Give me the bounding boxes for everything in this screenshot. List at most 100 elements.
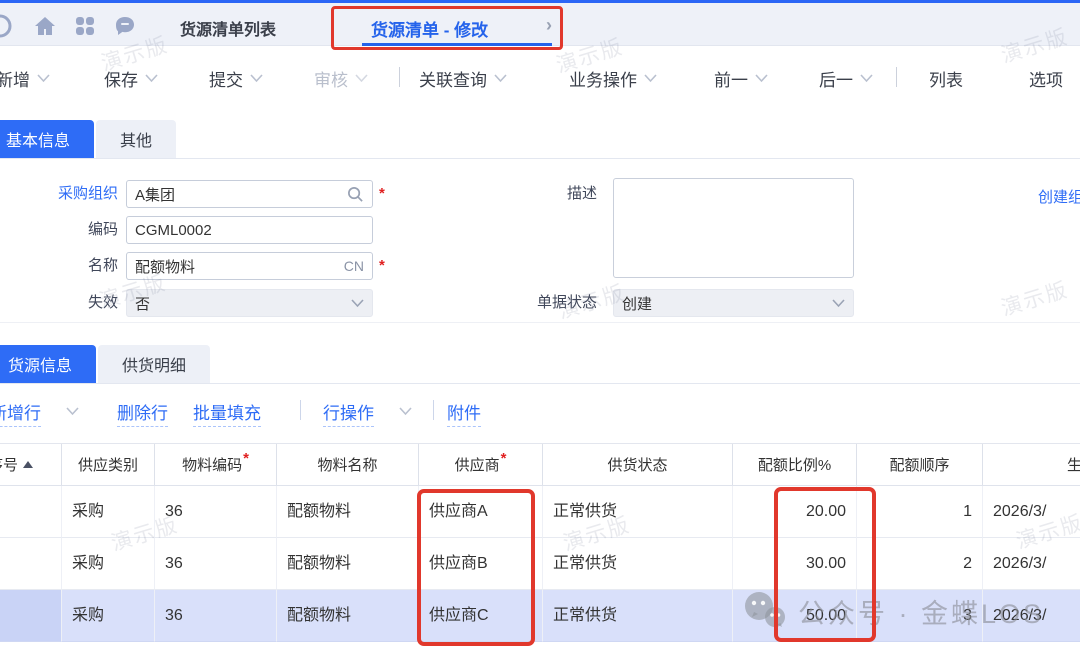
column-header-quota-pct[interactable]: 配额比例% — [733, 444, 857, 485]
code-field[interactable]: CGML0002 — [126, 216, 373, 244]
invalid-select[interactable]: 否 — [126, 289, 373, 317]
next-label: 后一 — [819, 66, 853, 91]
divider — [0, 322, 1080, 323]
tab-source-modify[interactable]: 货源清单 - 修改 — [371, 16, 488, 41]
column-label: 供应类别 — [78, 454, 138, 475]
actions-separator — [433, 400, 434, 420]
column-header-material-code[interactable]: 物料编码* — [155, 444, 277, 485]
actions-separator — [300, 400, 301, 420]
cell-quota-order: 3 — [857, 590, 983, 642]
related-query-button[interactable]: 关联查询 — [419, 66, 507, 91]
doc-status-select[interactable]: 创建 — [613, 289, 854, 317]
name-field[interactable]: 配额物料 CN — [126, 252, 373, 280]
name-locale-badge[interactable]: CN — [344, 258, 364, 274]
chevron-down-icon[interactable] — [66, 407, 79, 416]
cell-supplier: 供应商A — [419, 486, 543, 538]
business-ops-button[interactable]: 业务操作 — [569, 66, 657, 91]
chevron-down-icon — [355, 74, 368, 83]
chevron-down-icon — [37, 74, 50, 83]
cell-supplier: 供应商C — [419, 590, 543, 642]
save-button[interactable]: 保存 — [104, 66, 158, 91]
audit-label: 审核 — [314, 66, 348, 91]
column-label: 供应商 — [455, 454, 500, 475]
tab-scroll-chevron-icon[interactable]: › — [546, 15, 552, 36]
table-row-selected[interactable]: 采购 36 配额物料 供应商C 正常供货 50.00 3 2026/3/ — [0, 590, 1080, 642]
cell-seq — [0, 486, 62, 538]
code-label: 编码 — [0, 216, 118, 244]
new-button[interactable]: 新增 — [0, 66, 50, 91]
column-header-supply-status[interactable]: 供货状态 — [543, 444, 733, 485]
cell-quota-order: 1 — [857, 486, 983, 538]
apps-icon[interactable] — [73, 14, 97, 38]
list-button[interactable]: 列表 — [929, 66, 963, 91]
home-icon[interactable] — [33, 14, 57, 38]
name-value: 配额物料 — [135, 256, 344, 277]
cell-seq — [0, 590, 62, 642]
prev-button[interactable]: 前一 — [714, 66, 768, 91]
audit-button[interactable]: 审核 — [314, 66, 368, 91]
chevron-down-icon — [860, 74, 873, 83]
clipped-nav-icon[interactable] — [0, 14, 12, 38]
submit-label: 提交 — [209, 66, 243, 91]
tab-source-info[interactable]: 货源信息 — [0, 345, 96, 383]
active-tab-underline — [362, 43, 552, 46]
toolbar-separator — [399, 67, 400, 87]
cell-supply-type: 采购 — [62, 486, 155, 538]
delete-row-button[interactable]: 删除行 — [117, 399, 168, 427]
code-value: CGML0002 — [135, 222, 364, 239]
column-header-supplier[interactable]: 供应商* — [419, 444, 543, 485]
chevron-down-icon[interactable] — [399, 407, 412, 416]
attachment-button[interactable]: 附件 — [447, 399, 481, 427]
table-row[interactable]: 采购 36 配额物料 供应商A 正常供货 20.00 1 2026/3/ — [0, 486, 1080, 538]
chevron-down-icon — [832, 299, 845, 308]
cell-supply-status: 正常供货 — [543, 590, 733, 642]
cell-supply-status: 正常供货 — [543, 538, 733, 590]
column-header-seq[interactable]: 序号 — [0, 444, 62, 485]
cell-quota-pct: 50.00 — [733, 590, 857, 642]
cell-material-name: 配额物料 — [277, 486, 419, 538]
purchase-org-field[interactable]: A集团 — [126, 180, 373, 208]
new-label: 新增 — [0, 66, 30, 91]
next-button[interactable]: 后一 — [819, 66, 873, 91]
doc-status-label: 单据状态 — [477, 289, 597, 317]
tab-other[interactable]: 其他 — [96, 120, 176, 158]
add-row-button[interactable]: 新增行 — [0, 399, 41, 427]
cell-supplier: 供应商B — [419, 538, 543, 590]
cell-quota-pct: 30.00 — [733, 538, 857, 590]
related-query-label: 关联查询 — [419, 66, 487, 91]
tab-source-list[interactable]: 货源清单列表 — [180, 16, 276, 40]
column-header-effective-date[interactable]: 生效日期 — [983, 444, 1080, 485]
tab-basic-info-label: 基本信息 — [6, 127, 70, 151]
tab-source-info-label: 货源信息 — [8, 352, 72, 376]
submit-button[interactable]: 提交 — [209, 66, 263, 91]
options-label: 选项 — [1029, 66, 1063, 91]
column-header-quota-order[interactable]: 配额顺序 — [857, 444, 983, 485]
search-icon[interactable] — [347, 186, 364, 203]
column-label: 物料名称 — [317, 454, 377, 475]
options-button[interactable]: 选项 — [1029, 66, 1063, 91]
tab-supply-detail[interactable]: 供货明细 — [98, 345, 210, 383]
required-marker: * — [379, 180, 385, 208]
source-grid: 序号 供应类别 物料编码* 物料名称 供应商* 供货状态 配额比例% 配额顺序 … — [0, 443, 1080, 642]
cell-seq — [0, 538, 62, 590]
tab-basic-info[interactable]: 基本信息 — [0, 120, 94, 158]
column-header-material-name[interactable]: 物料名称 — [277, 444, 419, 485]
required-marker: * — [379, 252, 385, 280]
save-label: 保存 — [104, 66, 138, 91]
create-org-link[interactable]: 创建组织 — [1038, 186, 1080, 207]
description-textarea[interactable] — [613, 178, 854, 278]
column-header-supply-type[interactable]: 供应类别 — [62, 444, 155, 485]
message-icon[interactable] — [113, 14, 137, 38]
row-ops-button[interactable]: 行操作 — [323, 399, 374, 427]
cell-supply-status: 正常供货 — [543, 486, 733, 538]
name-label: 名称 — [0, 252, 118, 280]
column-label: 序号 — [0, 454, 18, 475]
batch-fill-button[interactable]: 批量填充 — [193, 399, 261, 427]
purchase-org-label[interactable]: 采购组织 — [0, 180, 118, 208]
table-row[interactable]: 采购 36 配额物料 供应商B 正常供货 30.00 2 2026/3/ — [0, 538, 1080, 590]
required-marker: * — [501, 450, 507, 467]
grid-header-row: 序号 供应类别 物料编码* 物料名称 供应商* 供货状态 配额比例% 配额顺序 … — [0, 443, 1080, 486]
required-marker: * — [243, 450, 249, 467]
cell-material-name: 配额物料 — [277, 538, 419, 590]
tab-supply-detail-label: 供货明细 — [122, 352, 186, 376]
